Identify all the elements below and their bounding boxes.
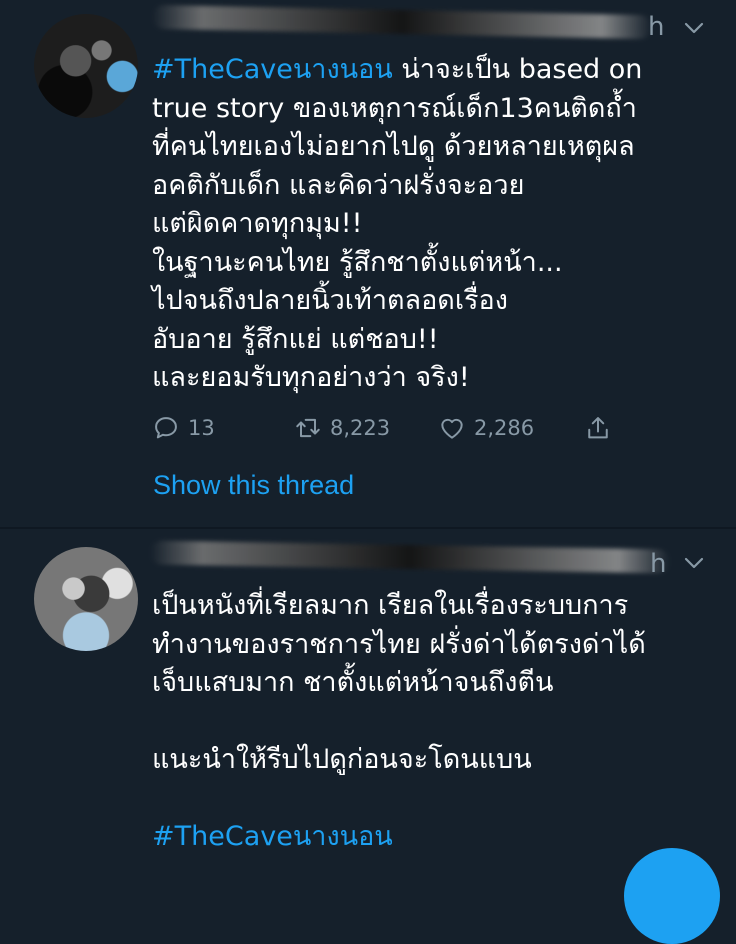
tweet-text-line: เป็นหนังที่เรียลมาก เรียลในเรื่องระบบการ: [152, 590, 629, 621]
show-thread-link[interactable]: Show this thread: [153, 470, 354, 501]
tweet-text-line: ไปจนถึงปลายนิ้วเท้าตลอดเรื่อง: [152, 285, 508, 316]
tweet-text-line: true story ของเหตุการณ์เด็ก13คนติดถ้ำ: [152, 92, 637, 124]
share-icon: [588, 417, 608, 439]
retweet-icon: [296, 418, 320, 438]
tweet-text-line: เจ็บแสบมาก ชาตั้งแต่หน้าจนถึงตีน: [152, 667, 554, 698]
tweet-text-line: แต่ผิดคาดทุกมุม!!: [152, 208, 363, 239]
tweet-text-line: ทำงานของราชการไทย ฝรั่งด่าได้ตรงด่าได้: [152, 628, 646, 660]
like-count: 2,286: [474, 416, 535, 440]
tweet-timestamp[interactable]: h: [648, 12, 664, 42]
retweet-button[interactable]: 8,223: [294, 414, 390, 442]
like-button[interactable]: 2,286: [438, 414, 534, 442]
tweet-text-line: อับอาย รู้สึกแย่ แต่ชอบ!!: [152, 323, 439, 355]
compose-button[interactable]: [624, 848, 720, 944]
tweet-text-line: อคติกับเด็ก และคิดว่าฝรั่งจะอวย: [152, 169, 525, 201]
redacted-author-name: [151, 4, 653, 40]
heart-icon: [441, 418, 463, 439]
tweet-text-line: ที่คนไทยเองไม่อยากไปดู ด้วยหลายเหตุผล: [152, 131, 635, 162]
tweet-actions: 13 8,223 2,286: [152, 414, 632, 454]
tweet-text-line: แนะนำให้รีบไปดูก่อนจะโดนแบน: [152, 744, 532, 775]
tweet-text: #TheCaveนางนอน น่าจะเป็น based on true s…: [152, 51, 722, 398]
share-button[interactable]: [584, 414, 612, 442]
tweet-text-line: #TheCaveนางนอน น่าจะเป็น based on: [152, 54, 643, 85]
tweet-text-line: และยอมรับทุกอย่างว่า จริง!: [152, 362, 470, 393]
hashtag-link[interactable]: #TheCaveนางนอน: [152, 818, 722, 857]
chevron-down-icon[interactable]: [682, 16, 706, 40]
tweet-text-line: ในฐานะคนไทย รู้สึกชาตั้งแต่หน้า...: [152, 246, 563, 278]
reply-button[interactable]: 13: [152, 414, 215, 442]
avatar[interactable]: [34, 547, 138, 651]
tweet-text: เป็นหนังที่เรียลมาก เรียลในเรื่องระบบการ…: [152, 587, 722, 857]
retweet-count: 8,223: [330, 416, 391, 440]
avatar[interactable]: [34, 14, 138, 118]
redacted-author-name: [149, 540, 671, 574]
tweet-timestamp[interactable]: h: [650, 549, 666, 579]
comment-icon: [155, 417, 177, 439]
hashtag-link[interactable]: #TheCaveนางนอน: [152, 54, 393, 85]
reply-count: 13: [188, 416, 215, 440]
chevron-down-icon[interactable]: [682, 551, 706, 575]
